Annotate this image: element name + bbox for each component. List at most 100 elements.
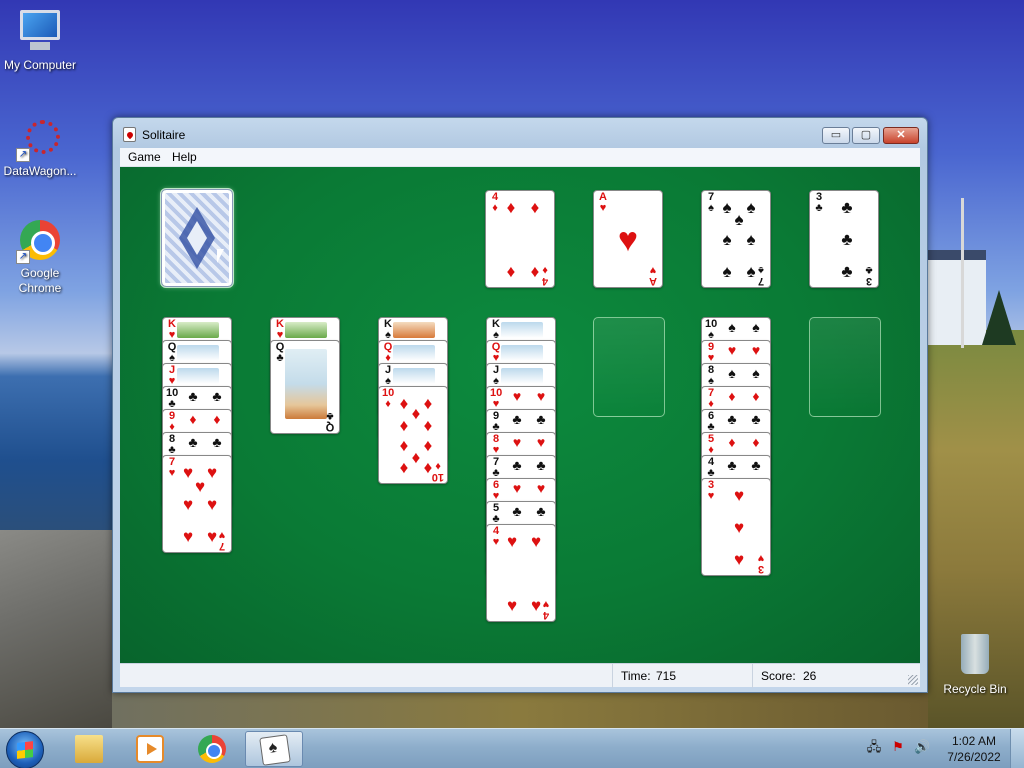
card-rank: 7 — [218, 540, 226, 552]
start-button[interactable] — [6, 731, 44, 768]
stock-pile[interactable] — [161, 189, 233, 287]
card-suit: ♥ — [542, 598, 550, 610]
show-desktop-button[interactable] — [1010, 729, 1024, 768]
wallpaper-flagpole — [961, 198, 964, 348]
datawagon-icon: ↗ — [16, 114, 64, 162]
taskbar-chrome[interactable] — [183, 731, 241, 767]
mouse-cursor — [217, 249, 224, 263]
card-face-art — [393, 368, 435, 384]
card-suit: ♦ — [435, 460, 441, 472]
resize-grip[interactable] — [908, 675, 918, 685]
card-suit: ♥ — [599, 202, 607, 214]
wallpaper-house — [928, 250, 986, 345]
chrome-icon — [198, 735, 226, 763]
menu-help[interactable]: Help — [172, 150, 197, 164]
card-rank: 4 — [541, 275, 549, 287]
card-pips: ♦ ♦ ♦ ♦ ♦ ♦ ♦ ♦ ♦ ♦ — [399, 394, 433, 477]
my-computer-icon — [16, 8, 64, 56]
card-face-art — [501, 345, 543, 361]
recycle-bin-icon — [951, 632, 999, 680]
card-pips: ♠ ♠ ♠ ♠ ♠ ♠ ♠ — [722, 198, 756, 281]
card-suit: ♥ — [757, 552, 765, 564]
tableau-column-7-empty-slot[interactable] — [809, 317, 881, 417]
card-suit: ♠ — [758, 264, 764, 276]
wallpaper-rocks — [0, 530, 112, 728]
tableau-column-5-empty-slot[interactable] — [593, 317, 665, 417]
taskbar-file-explorer[interactable] — [60, 731, 118, 767]
clock-time: 1:02 AM — [951, 734, 997, 748]
tableau-card[interactable]: 3 ♥ ♥ ♥ ♥ 3 ♥ — [701, 478, 771, 576]
desktop-icon-label: DataWagon... — [3, 164, 77, 178]
chrome-icon: ↗ — [16, 216, 64, 264]
card-rank: Q — [325, 421, 335, 433]
card-rank: 10 — [431, 471, 444, 483]
card-pips: ♦ ♦ ♦ ♦ — [506, 198, 540, 281]
desktop-icon-label: Google Chrome — [18, 266, 62, 295]
solitaire-app-icon — [123, 127, 136, 142]
foundation-diamonds[interactable]: 4 ♦ ♦ ♦ ♦ ♦ 4 ♦ — [485, 190, 555, 288]
action-center-icon[interactable]: ⚑ — [890, 739, 906, 755]
card-suit: ♥ — [649, 264, 657, 276]
time-label: Time: — [621, 669, 651, 683]
wallpaper-tree — [982, 290, 1016, 345]
close-button[interactable]: ✕ — [883, 127, 919, 144]
desktop-icon-label: My Computer — [3, 58, 77, 72]
desktop-icon-google-chrome[interactable]: ↗ Google Chrome — [0, 216, 80, 296]
card-face-art — [501, 368, 543, 384]
card-face-art — [285, 322, 327, 338]
volume-icon[interactable]: 🔊 — [914, 739, 930, 755]
solitaire-window: Solitaire ▭ ▢ ✕ Game Help 4 ♦ ♦ ♦ ♦ ♦ 4 ♦ A ♥… — [112, 117, 928, 693]
card-suit: ♣ — [865, 264, 873, 276]
time-value: 715 — [656, 669, 677, 683]
tableau-card[interactable]: Q ♣ Q ♣ — [270, 340, 340, 434]
tableau-card[interactable]: 4 ♥ ♥ ♥ ♥ ♥ 4 ♥ — [486, 524, 556, 622]
status-time: Time: 715 — [612, 664, 752, 688]
foundation-clubs[interactable]: 3 ♣ ♣ ♣ ♣ 3 ♣ — [809, 190, 879, 288]
card-rank: A — [649, 275, 657, 287]
card-rank: 4 — [542, 609, 550, 621]
foundation-hearts[interactable]: A ♥ ♥ A ♥ — [593, 190, 663, 288]
system-clock[interactable]: 1:02 AM 7/26/2022 — [944, 733, 1004, 765]
solitaire-icon — [259, 734, 291, 766]
menu-bar: Game Help — [120, 148, 920, 167]
card-rank: 3 — [757, 563, 765, 575]
tableau-card[interactable]: 7 ♥ ♥ ♥ ♥ ♥ ♥ ♥ ♥ 7 ♥ — [162, 455, 232, 553]
card-face-art — [177, 345, 219, 361]
desktop-icon-my-computer[interactable]: My Computer — [0, 8, 80, 72]
media-player-icon — [136, 735, 164, 763]
card-pips: ♥ ♥ ♥ ♥ ♥ ♥ ♥ — [182, 463, 218, 546]
score-value: 26 — [803, 669, 817, 683]
score-label: Score: — [761, 669, 796, 683]
card-suit: ♦ — [542, 264, 548, 276]
menu-game[interactable]: Game — [128, 150, 161, 164]
network-icon[interactable]: 🖧 — [866, 739, 882, 755]
card-face-art — [393, 322, 435, 338]
card-face-art — [501, 322, 543, 338]
card-suit: ♥ — [218, 529, 226, 541]
minimize-button[interactable]: ▭ — [822, 127, 850, 144]
taskbar-solitaire[interactable] — [245, 731, 303, 767]
tableau-card[interactable]: 10 ♦ ♦ ♦ ♦ ♦ ♦ ♦ ♦ ♦ ♦ ♦ 10 ♦ — [378, 386, 448, 484]
status-score: Score: 26 — [752, 664, 920, 688]
game-board: 4 ♦ ♦ ♦ ♦ ♦ 4 ♦ A ♥ ♥ A ♥ 7 ♠ ♠ ♠ ♠ ♠ ♠ ♠ ♠ 7 ♠ 3 ♣ — [120, 167, 920, 663]
wallpaper-foreground — [112, 693, 928, 728]
card-rank: 7 — [757, 275, 765, 287]
card-pips: ♥ ♥ ♥ — [733, 486, 745, 569]
maximize-button[interactable]: ▢ — [852, 127, 880, 144]
taskbar-media-player[interactable] — [121, 731, 179, 767]
desktop-icon-label: Recycle Bin — [943, 682, 1007, 696]
desktop-icon-recycle-bin[interactable]: Recycle Bin — [935, 632, 1015, 696]
title-bar[interactable]: Solitaire ▭ ▢ ✕ — [113, 118, 927, 148]
card-face-art — [177, 322, 219, 338]
file-explorer-icon — [75, 735, 103, 763]
foundation-spades[interactable]: 7 ♠ ♠ ♠ ♠ ♠ ♠ ♠ ♠ 7 ♠ — [701, 190, 771, 288]
clock-date: 7/26/2022 — [947, 750, 1001, 764]
card-rank: 3 — [865, 275, 873, 287]
taskbar: 🖧 ⚑ 🔊 1:02 AM 7/26/2022 — [0, 728, 1024, 768]
card-face-art — [285, 349, 327, 419]
desktop-icon-datawagon[interactable]: ↗ DataWagon... — [0, 114, 80, 178]
card-center-suit: ♥ — [617, 221, 639, 259]
window-title: Solitaire — [142, 128, 186, 142]
card-face-art — [393, 345, 435, 361]
card-face-art — [177, 368, 219, 384]
